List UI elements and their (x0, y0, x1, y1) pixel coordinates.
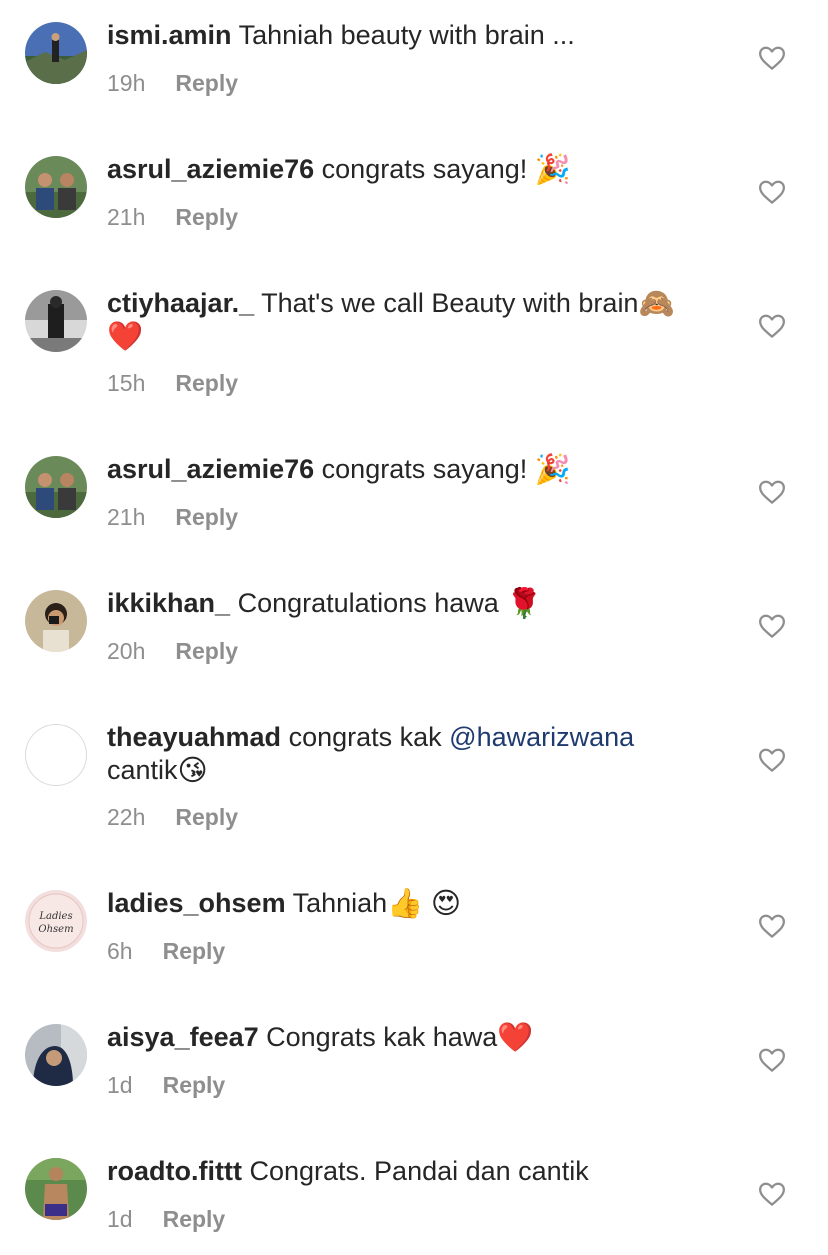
red-heart-emoji: ❤️ (497, 1020, 534, 1054)
like-heart-icon[interactable] (757, 1179, 787, 1209)
comment-text: ikkikhan_ Congratulations hawa 🌹 (107, 587, 727, 620)
avatar-photo (25, 456, 87, 518)
rose-emoji: 🌹 (506, 586, 543, 620)
comment-text: roadto.fittt Congrats. Pandai dan cantik (107, 1155, 727, 1188)
comment-text: asrul_aziemie76 congrats sayang! 🎉 (107, 453, 727, 486)
avatar[interactable] (25, 156, 87, 218)
avatar-photo (25, 156, 87, 218)
reply-button[interactable]: Reply (175, 502, 238, 532)
comment-username[interactable]: ismi.amin (107, 20, 232, 50)
heart-eyes-emoji: 😍 (430, 886, 462, 920)
comment-meta: 21h Reply (107, 502, 238, 532)
comment-body-line2: cantik (107, 755, 178, 785)
avatar-photo (25, 290, 87, 352)
comment-body: That's we call Beauty with brain (261, 288, 639, 318)
comment-time: 21h (107, 504, 146, 530)
comment-body: Tahniah (292, 888, 388, 918)
avatar-photo (25, 22, 87, 84)
comment-meta: 1d Reply (107, 1070, 225, 1100)
comment-body: congrats sayang! (321, 454, 528, 484)
like-heart-icon[interactable] (757, 177, 787, 207)
reply-button[interactable]: Reply (175, 68, 238, 98)
comment-meta: 1d Reply (107, 1204, 225, 1234)
comment-body: Congratulations hawa (237, 588, 499, 618)
avatar[interactable] (25, 22, 87, 84)
comment-text: asrul_aziemie76 congrats sayang! 🎉 (107, 153, 727, 186)
avatar[interactable] (25, 290, 87, 352)
avatar-logo-text-1: Ladies (38, 911, 72, 922)
comment-body: Congrats. Pandai dan cantik (249, 1156, 589, 1186)
comment-time: 1d (107, 1072, 133, 1098)
comment-meta: 21h Reply (107, 202, 238, 232)
comment-username[interactable]: asrul_aziemie76 (107, 454, 314, 484)
avatar-photo: Ladies Ohsem (25, 890, 87, 952)
avatar-photo (25, 590, 87, 652)
comment-username[interactable]: asrul_aziemie76 (107, 154, 314, 184)
comment-text: theayuahmad congrats kak @hawarizwana ca… (107, 721, 727, 787)
avatar[interactable]: Ladies Ohsem (25, 890, 87, 952)
like-heart-icon[interactable] (757, 911, 787, 941)
avatar-logo-text-2: Ohsem (38, 924, 73, 935)
comment-username[interactable]: ikkikhan_ (107, 588, 230, 618)
mention-link[interactable]: @hawarizwana (449, 722, 634, 752)
avatar[interactable] (25, 590, 87, 652)
party-popper-emoji: 🎉 (534, 452, 571, 486)
comment-time: 1d (107, 1206, 133, 1232)
comment-time: 21h (107, 204, 146, 230)
like-heart-icon[interactable] (757, 1045, 787, 1075)
reply-button[interactable]: Reply (175, 368, 238, 398)
comment-username[interactable]: roadto.fittt (107, 1156, 242, 1186)
comment-text: aisya_feea7 Congrats kak hawa❤️ (107, 1021, 727, 1054)
comment-text: ladies_ohsem Tahniah👍 😍 (107, 887, 727, 920)
comment-body: Congrats kak hawa (266, 1022, 498, 1052)
reply-button[interactable]: Reply (163, 1204, 226, 1234)
comment-body: congrats kak (288, 722, 442, 752)
face-blowing-kiss-emoji: 😘 (177, 753, 208, 787)
comment-meta: 6h Reply (107, 936, 225, 966)
avatar[interactable] (25, 724, 87, 786)
like-heart-icon[interactable] (757, 611, 787, 641)
like-heart-icon[interactable] (757, 43, 787, 73)
comment-text: ismi.amin Tahniah beauty with brain ... (107, 19, 727, 52)
comment-username[interactable]: theayuahmad (107, 722, 281, 752)
avatar[interactable] (25, 456, 87, 518)
comment-meta: 19h Reply (107, 68, 238, 98)
avatar[interactable] (25, 1158, 87, 1220)
comment-time: 20h (107, 638, 146, 664)
avatar-photo (25, 1024, 87, 1086)
reply-button[interactable]: Reply (175, 636, 238, 666)
reply-button[interactable]: Reply (163, 936, 226, 966)
comment-time: 6h (107, 938, 133, 964)
comment-time: 19h (107, 70, 146, 96)
avatar-photo (25, 1158, 87, 1220)
comment-username[interactable]: ladies_ohsem (107, 888, 286, 918)
reply-button[interactable]: Reply (175, 202, 238, 232)
comment-text: ctiyhaajar._ That's we call Beauty with … (107, 287, 727, 353)
comment-meta: 15h Reply (107, 368, 238, 398)
red-heart-emoji: ❤️ (107, 319, 144, 353)
see-no-evil-monkey-emoji: 🙈 (638, 286, 675, 320)
comment-body: congrats sayang! (321, 154, 528, 184)
comment-body: Tahniah beauty with brain ... (238, 20, 575, 50)
like-heart-icon[interactable] (757, 477, 787, 507)
party-popper-emoji: 🎉 (534, 152, 571, 186)
comment-time: 22h (107, 804, 146, 830)
like-heart-icon[interactable] (757, 745, 787, 775)
comment-meta: 20h Reply (107, 636, 238, 666)
comment-time: 15h (107, 370, 146, 396)
thumbs-up-emoji: 👍 (387, 886, 424, 920)
like-heart-icon[interactable] (757, 311, 787, 341)
avatar[interactable] (25, 1024, 87, 1086)
reply-button[interactable]: Reply (163, 1070, 226, 1100)
comment-username[interactable]: ctiyhaajar._ (107, 288, 254, 318)
comment-meta: 22h Reply (107, 802, 238, 832)
comment-username[interactable]: aisya_feea7 (107, 1022, 259, 1052)
reply-button[interactable]: Reply (175, 802, 238, 832)
